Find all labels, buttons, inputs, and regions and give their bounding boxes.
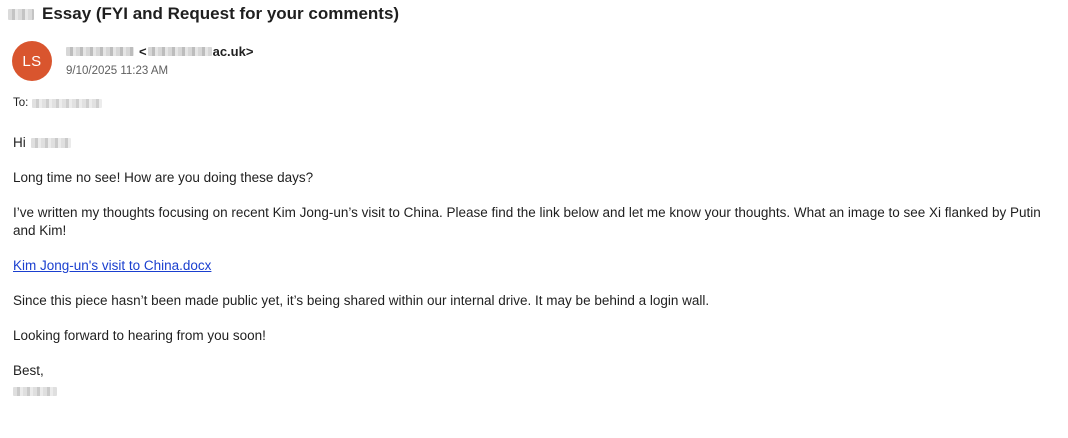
redacted-signature-name [13,386,57,396]
body-paragraph: Looking forward to hearing from you soon… [13,328,266,343]
greeting-line: Hi [13,134,1063,152]
body-paragraph: Long time no see! How are you doing thes… [13,170,314,185]
document-link[interactable]: Kim Jong-un's visit to China.docx [13,258,211,273]
to-label: To: [13,97,29,109]
subject-text: Essay (FYI and Request for your comments… [42,4,400,23]
avatar-initials: LS [22,52,42,70]
email-body: Hi Long time no see! How are you doing t… [13,134,1063,398]
redacted-subject-prefix [8,8,34,20]
email-reading-pane: Essay (FYI and Request for your comments… [0,0,1068,438]
sender-domain: ac.uk> [212,44,254,59]
sender-avatar[interactable]: LS [12,41,52,81]
recipient-line: To: [13,97,103,109]
signoff-text: Best, [13,363,44,378]
redacted-sender-address [147,47,212,56]
redacted-sender-name [66,47,134,56]
sender-address-open: < [139,44,147,59]
greeting-text: Hi [13,135,26,150]
redacted-recipient[interactable] [32,98,103,108]
body-paragraph: I’ve written my thoughts focusing on rec… [13,205,1041,238]
redacted-recipient-name [30,138,71,148]
signature-block: Best, [13,362,1063,398]
attachment-link-line: Kim Jong-un's visit to China.docx [13,257,1063,275]
email-subject: Essay (FYI and Request for your comments… [8,3,399,25]
body-paragraph: Since this piece hasn’t been made public… [13,293,710,308]
sent-date: 9/10/2025 11:23 AM [66,65,169,77]
sender-line[interactable]: < ac.uk> [66,44,253,59]
